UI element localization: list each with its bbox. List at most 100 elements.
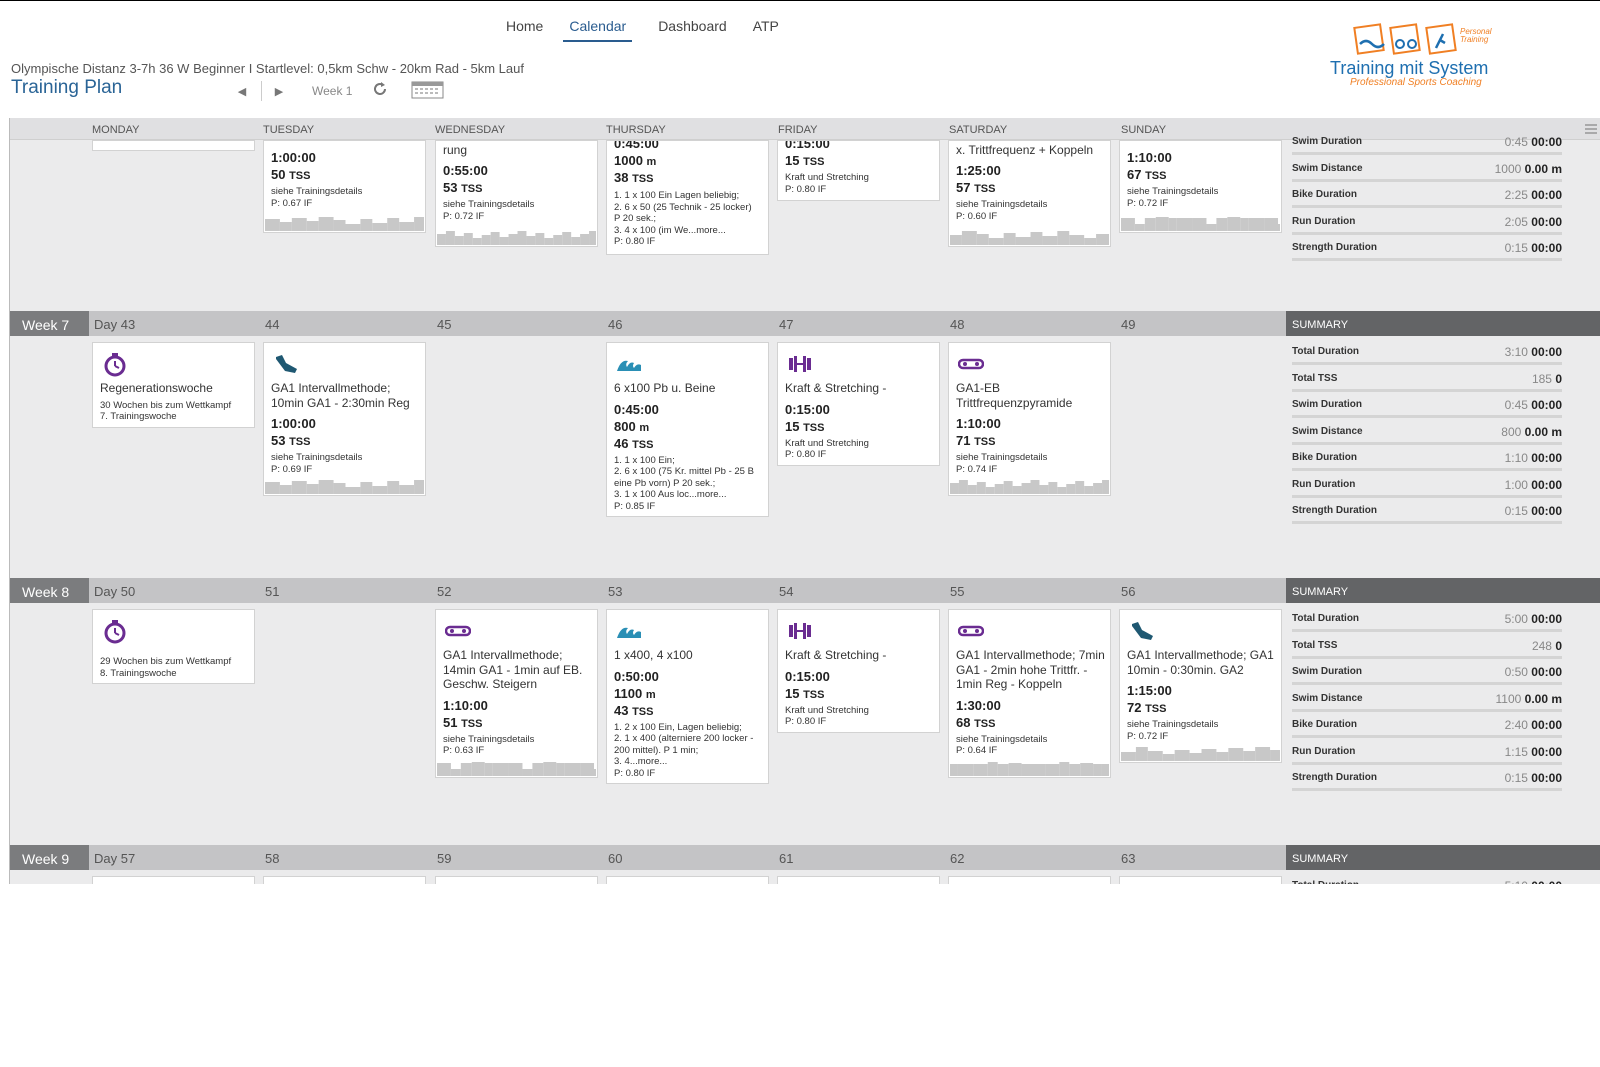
workout-notes: 1. 2 x 100 Ein, Lagen beliebig; 2. 1 x 40… xyxy=(614,721,754,779)
bike-icon xyxy=(957,618,985,644)
workout-tss: 57 TSS xyxy=(956,180,996,195)
workout-card[interactable] xyxy=(948,876,1111,884)
nav-atp[interactable]: ATP xyxy=(753,18,779,42)
week-summary: Total Duration 5:10 00:00 xyxy=(1292,876,1562,884)
workout-card[interactable] xyxy=(606,876,769,884)
workout-card[interactable]: Regenerationswoche 30 Wochen bis zum Wett… xyxy=(92,342,255,428)
workout-tss: 38 TSS xyxy=(614,170,654,185)
summary-row: Total Duration 5:00 00:00 xyxy=(1292,609,1562,636)
summary-label: Strength Duration xyxy=(1292,772,1377,783)
summary-bar xyxy=(1292,655,1562,659)
week-pager: ◀ ▶ Week 1 xyxy=(233,81,352,101)
workout-notes: siehe Trainingsdetails P: 0.74 IF xyxy=(956,452,1048,475)
workout-card[interactable] xyxy=(435,876,598,884)
refresh-icon[interactable] xyxy=(371,80,389,98)
summary-value: 0:15 00:00 xyxy=(1504,771,1562,785)
workout-duration: 0:15:00 xyxy=(785,668,830,684)
logo-title: Training mit System xyxy=(1330,58,1489,78)
workout-card[interactable]: rung 0:55:00 53 TSS siehe Trainingsdetails P… xyxy=(435,140,598,247)
summary-bar xyxy=(1292,205,1562,208)
summary-value: 2:05 00:00 xyxy=(1504,214,1562,229)
column-menu-icon[interactable] xyxy=(1585,124,1597,134)
summary-bar xyxy=(1292,735,1562,738)
summary-label: Swim Distance xyxy=(1292,425,1363,437)
workout-tss: 72 TSS xyxy=(1127,700,1167,715)
bike-icon xyxy=(957,351,985,377)
workout-card[interactable] xyxy=(92,140,255,151)
workout-duration: 1:10:00 xyxy=(1127,150,1172,165)
workout-card[interactable]: 1:10:00 67 TSS siehe Trainingsdetails P: 0.… xyxy=(1119,140,1282,233)
day-number: 45 xyxy=(437,317,452,332)
workout-card[interactable]: 6 x100 Pb u. Beine 0:45:00 800 m 46 TSS 1. 1… xyxy=(606,342,769,517)
workout-duration: 0:45:00 xyxy=(614,140,659,151)
workout-distance: 800 m xyxy=(614,418,650,434)
dumbbell-icon xyxy=(787,618,813,644)
workout-notes: siehe Trainingsdetails P: 0.72 IF xyxy=(1127,719,1219,742)
summary-bar xyxy=(1292,468,1562,471)
workout-card[interactable]: GA1 Intervallmethode; 10min GA1 - 2:30mi… xyxy=(263,342,426,496)
nav-dashboard[interactable]: Dashboard xyxy=(658,18,727,42)
summary-bar xyxy=(1292,258,1562,261)
workout-duration: 1:10:00 xyxy=(956,416,1001,431)
week-label: Week 9 xyxy=(10,845,89,870)
week-header: Week 7 Day 43 44 45 46 47 48 49 xyxy=(10,311,1286,336)
day-number: Day 50 xyxy=(94,584,136,599)
summary-bar xyxy=(1292,388,1562,392)
workout-card[interactable]: GA1 Intervallmethode; 14min GA1 - 1min a… xyxy=(435,609,604,778)
workout-notes: Kraft und Stretching P: 0.80 IF xyxy=(785,704,869,728)
weekday-thursday: THURSDAY xyxy=(606,124,666,136)
workout-card[interactable] xyxy=(777,876,940,884)
day-number: 44 xyxy=(265,317,280,332)
workout-card[interactable]: 1:00:00 50 TSS siehe Trainingsdetails P: 0.… xyxy=(263,140,426,233)
day-number: 51 xyxy=(265,584,280,599)
workout-card[interactable]: 29 Wochen bis zum Wettkampf 8. Trainingsw… xyxy=(92,609,255,684)
calendar-picker-icon[interactable] xyxy=(411,80,444,99)
summary-label: Total Duration xyxy=(1292,880,1359,884)
workout-card[interactable]: 0:45:00 1000 m 38 TSS 1. 1 x 100 Ein Lagen … xyxy=(606,140,769,255)
workout-notes: siehe Trainingsdetails P: 0.72 IF xyxy=(443,199,535,222)
intensity-profile xyxy=(437,227,597,245)
day-number: 59 xyxy=(437,851,452,866)
workout-card[interactable] xyxy=(92,876,255,884)
workout-card[interactable]: 0:15:00 15 TSS Kraft und Stretching P: 0.80… xyxy=(777,140,940,201)
summary-row: Swim Duration 0:45 00:00 xyxy=(1292,395,1562,422)
workout-card[interactable] xyxy=(1119,876,1282,884)
next-week-button[interactable]: ▶ xyxy=(270,85,288,98)
weekday-sunday: SUNDAY xyxy=(1121,124,1167,136)
intensity-profile xyxy=(265,476,426,494)
summary-header: SUMMARY xyxy=(1286,845,1600,870)
workout-card[interactable]: Kraft & Stretching - 0:15:00 15 TSS Kraft u… xyxy=(777,342,940,466)
workout-notes: 30 Wochen bis zum Wettkampf 7. Trainingsw… xyxy=(100,399,232,423)
summary-bar xyxy=(1292,629,1562,632)
workout-card[interactable]: GA1 Intervallmethode; GA1 10min - 0:30mi… xyxy=(1119,609,1282,763)
day-number: Day 43 xyxy=(94,317,136,332)
week-header: Week 8 Day 50 51 52 53 54 55 56 xyxy=(10,578,1286,603)
workout-distance: 1100 m xyxy=(614,685,656,701)
intensity-profile xyxy=(265,213,425,231)
summary-label: Swim Distance xyxy=(1292,692,1363,704)
swim-wave-icon xyxy=(616,351,642,377)
workout-tss: 53 TSS xyxy=(443,180,483,195)
summary-label: Bike Duration xyxy=(1292,719,1358,730)
workout-card[interactable]: x. Trittfrequenz + Koppeln 1:25:00 57 TSS s… xyxy=(948,140,1111,247)
prev-week-button[interactable]: ◀ xyxy=(233,85,251,98)
summary-value: 1100 0.00 m xyxy=(1495,691,1562,706)
nav-calendar[interactable]: Calendar xyxy=(563,18,633,42)
workout-card[interactable]: GA1-EB Trittfrequenzpyramide 1:10:00 71 TS… xyxy=(948,342,1111,496)
day-number: 49 xyxy=(1121,317,1136,332)
workout-card[interactable] xyxy=(263,876,426,884)
day-number: 63 xyxy=(1121,851,1136,866)
pager-divider xyxy=(261,81,262,101)
summary-label: Run Duration xyxy=(1292,745,1356,757)
workout-notes: Kraft und Stretching P: 0.80 IF xyxy=(785,437,869,461)
workout-card[interactable]: GA1 Intervallmethode; 7min GA1 - 2min ho… xyxy=(948,609,1117,778)
workout-title: Regenerationswoche xyxy=(100,381,213,395)
workout-card[interactable]: 1 x400, 4 x100 0:50:00 1100 m 43 TSS 1. 2 x … xyxy=(606,609,769,784)
workout-title: Kraft & Stretching - xyxy=(785,648,887,662)
day-number: 55 xyxy=(950,584,965,599)
nav-home[interactable]: Home xyxy=(506,18,543,42)
workout-card[interactable]: Kraft & Stretching - 0:15:00 15 TSS Kraft u… xyxy=(777,609,940,733)
workout-title: rung xyxy=(443,143,468,157)
summary-label: Bike Duration xyxy=(1292,189,1358,200)
day-number: 54 xyxy=(779,584,794,599)
